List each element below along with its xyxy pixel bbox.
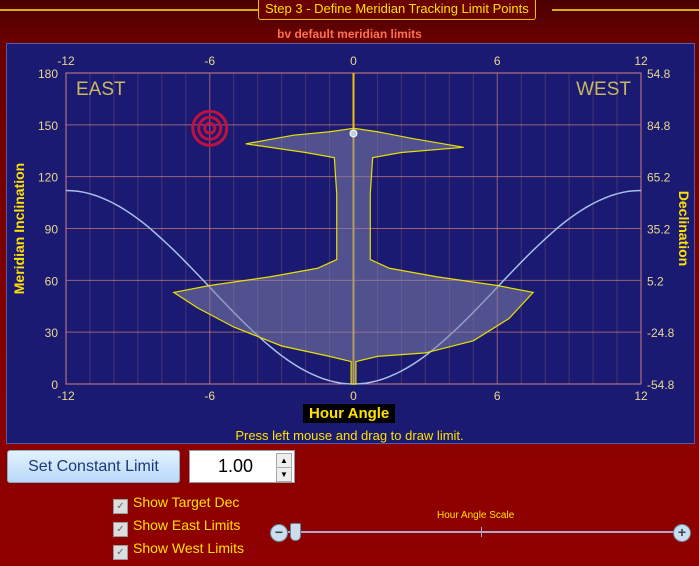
slider-thumb[interactable]	[290, 523, 301, 541]
y-tick-label: 60	[45, 274, 59, 288]
y2-tick-label: -24.8	[647, 326, 675, 340]
show-west-limits-checkbox[interactable]: ✓ Show West Limits	[113, 540, 244, 560]
y-tick-label: 30	[45, 326, 59, 340]
x-tick-label: 0	[350, 389, 357, 403]
x-tick-label-top: 6	[494, 54, 501, 68]
hour-angle-scale-slider[interactable]	[288, 527, 678, 537]
meridian-limit-shape	[172, 127, 535, 385]
y2-axis-label: Declination	[676, 191, 692, 266]
hour-angle-scale-label: Hour Angle Scale	[437, 510, 515, 521]
scale-minus-button[interactable]: −	[270, 524, 288, 542]
hint-text: Press left mouse and drag to draw limit.	[235, 428, 464, 443]
show-east-limits-checkbox[interactable]: ✓ Show East Limits	[113, 517, 240, 537]
y2-tick-label: 84.8	[647, 119, 671, 133]
header-rule	[552, 9, 699, 11]
x-tick-label-top: -12	[57, 54, 75, 68]
scale-plus-button[interactable]: +	[673, 524, 691, 542]
y-tick-label: 120	[38, 171, 58, 185]
x-tick-label-top: -6	[204, 54, 215, 68]
y-tick-label: 180	[38, 67, 58, 81]
spin-up-button[interactable]: ▲	[276, 453, 292, 468]
constant-limit-stepper[interactable]: 1.00 ▲ ▼	[189, 450, 295, 483]
x-axis-label: Hour Angle	[303, 404, 396, 423]
x-tick-label: -6	[204, 389, 215, 403]
show-target-dec-checkbox[interactable]: ✓ Show Target Dec	[113, 494, 239, 514]
y-axis-label: Meridian Inclination	[11, 163, 27, 294]
x-tick-label-top: 12	[634, 54, 648, 68]
east-label: EAST	[76, 79, 126, 100]
y2-tick-label: 65.2	[647, 171, 671, 185]
meridian-marker	[349, 129, 358, 138]
x-tick-label: 12	[634, 389, 648, 403]
header-rule	[0, 9, 258, 11]
constant-limit-value[interactable]: 1.00	[218, 456, 253, 477]
x-tick-label: -12	[57, 389, 75, 403]
chart-panel[interactable]: 0 54.8 30 84.8 60 65.2 90 35.2 120 5.2 150 -24.8 180…	[6, 43, 695, 444]
y2-tick-label: 5.2	[647, 274, 664, 288]
y2-tick-label: 35.2	[647, 223, 671, 237]
set-constant-limit-button[interactable]: Set Constant Limit	[7, 450, 180, 483]
checkbox-icon[interactable]: ✓	[113, 499, 128, 514]
subtitle: bv default meridian limits	[277, 27, 422, 41]
meridian-chart[interactable]: 054.83084.86065.290 35.21205.2150-24.8180…	[7, 44, 694, 443]
checkbox-icon[interactable]: ✓	[113, 545, 128, 560]
y-tick-label: 150	[38, 119, 58, 133]
step-title: Step 3 - Define Meridian Tracking Limit …	[258, 0, 536, 20]
x-tick-label-top: 0	[350, 54, 357, 68]
x-tick-label: 6	[494, 389, 501, 403]
checkbox-icon[interactable]: ✓	[113, 522, 128, 537]
spin-down-button[interactable]: ▼	[276, 467, 292, 482]
west-label: WEST	[576, 79, 631, 100]
y2-tick-label: 54.8	[647, 67, 671, 81]
y2-tick-label: -54.8	[647, 378, 675, 392]
y-tick-label: 90	[45, 223, 59, 237]
